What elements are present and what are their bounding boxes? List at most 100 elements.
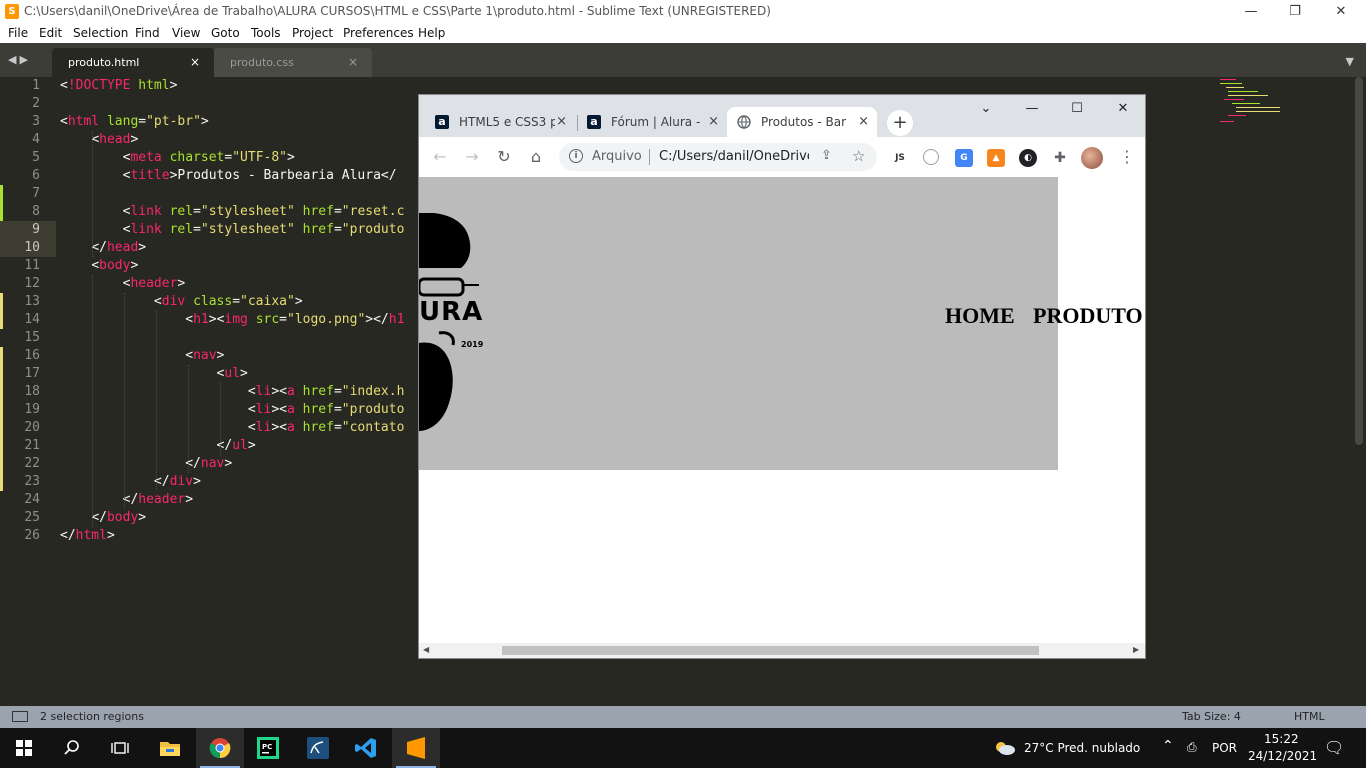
browser-tab-html5[interactable]: a HTML5 e CSS3 p ×	[425, 107, 575, 137]
code-line[interactable]: </nav>	[60, 456, 232, 471]
mysql-workbench-icon[interactable]	[294, 728, 342, 768]
code-line[interactable]: <ul>	[60, 366, 248, 381]
menu-selection[interactable]: Selection	[73, 26, 128, 40]
close-icon[interactable]: ×	[348, 55, 358, 69]
menu-help[interactable]: Help	[418, 26, 445, 40]
close-button[interactable]: ✕	[1318, 0, 1364, 23]
page-viewport[interactable]: URA 2019 HOME PRODUTO	[419, 177, 1145, 643]
pycharm-icon[interactable]: PC	[244, 728, 292, 768]
minimize-button[interactable]: —	[1017, 101, 1047, 121]
close-button[interactable]: ✕	[1108, 101, 1138, 121]
clock-time[interactable]: 15:22	[1264, 732, 1299, 746]
start-icon[interactable]	[0, 728, 48, 768]
share-icon[interactable]: ⇪	[821, 148, 832, 163]
tab-nav-arrows-icon[interactable]: ◀▶	[8, 53, 31, 66]
tab-search-chevron-icon[interactable]: ⌄	[971, 101, 1001, 121]
code-line[interactable]: <head>	[60, 132, 138, 147]
reload-icon[interactable]: ↻	[493, 147, 515, 169]
maximize-button[interactable]: ☐	[1062, 101, 1092, 121]
notification-icon[interactable]: 🗨	[1324, 738, 1344, 757]
code-line[interactable]: <body>	[60, 258, 138, 273]
code-line[interactable]: <nav>	[60, 348, 224, 363]
dark-reader-icon[interactable]: ◐	[1019, 149, 1037, 167]
code-line[interactable]: <header>	[60, 276, 186, 291]
clock-date[interactable]: 24/12/2021	[1248, 749, 1317, 763]
sublime-icon[interactable]	[392, 728, 440, 768]
horizontal-scrollbar[interactable]: ◀ ▶	[419, 643, 1145, 658]
scroll-thumb[interactable]	[502, 646, 1039, 655]
network-icon[interactable]: ⎙	[1187, 740, 1197, 755]
tab-produto-html[interactable]: produto.html ×	[52, 48, 214, 77]
google-translate-icon[interactable]: G	[955, 149, 973, 167]
extension-circle-icon[interactable]	[923, 149, 939, 165]
address-bar[interactable]: i Arquivo C:/Users/danil/OneDrive/Área d…	[559, 143, 877, 171]
browser-tab-produtos[interactable]: Produtos - Barbe ×	[727, 107, 877, 137]
close-icon[interactable]: ×	[708, 114, 719, 129]
panel-toggle-icon[interactable]	[12, 711, 28, 722]
extensions-puzzle-icon[interactable]: ✚	[1051, 149, 1069, 167]
code-line[interactable]: <!DOCTYPE html>	[60, 78, 177, 93]
js-extension-icon[interactable]: JS	[891, 149, 909, 167]
nav-link-produto[interactable]: PRODUTO	[1033, 303, 1143, 329]
code-line[interactable]: <li><a href="produto	[60, 402, 405, 417]
vertical-scrollbar[interactable]	[1355, 77, 1363, 445]
forward-arrow-icon[interactable]: →	[461, 147, 483, 169]
scroll-right-arrow-icon[interactable]: ▶	[1133, 645, 1139, 654]
menu-edit[interactable]: Edit	[39, 26, 62, 40]
code-line[interactable]: <li><a href="index.h	[60, 384, 405, 399]
new-tab-button[interactable]: +	[887, 110, 913, 136]
code-line[interactable]: </body>	[60, 510, 146, 525]
code-line[interactable]: </header>	[60, 492, 193, 507]
code-line[interactable]: </div>	[60, 474, 201, 489]
tab-size-indicator[interactable]: Tab Size: 4	[1182, 710, 1241, 723]
menu-tools[interactable]: Tools	[251, 26, 281, 40]
menu-find[interactable]: Find	[135, 26, 160, 40]
code-line[interactable]: <div class="caixa">	[60, 294, 303, 309]
restore-button[interactable]: ❐	[1272, 0, 1318, 23]
back-arrow-icon[interactable]: ←	[429, 147, 451, 169]
address-url[interactable]: C:/Users/danil/OneDrive/Área de Trabalho…	[659, 149, 809, 164]
menu-project[interactable]: Project	[292, 26, 333, 40]
profile-avatar[interactable]	[1081, 147, 1103, 169]
close-icon[interactable]: ×	[190, 55, 200, 69]
code-line[interactable]: <html lang="pt-br">	[60, 114, 209, 129]
code-line[interactable]: </head>	[60, 240, 146, 255]
vscode-icon[interactable]	[342, 728, 390, 768]
menu-preferences[interactable]: Preferences	[343, 26, 414, 40]
browser-tab-forum[interactable]: a Fórum | Alura - C ×	[577, 107, 727, 137]
close-icon[interactable]: ×	[858, 114, 869, 129]
scroll-left-arrow-icon[interactable]: ◀	[423, 645, 429, 654]
weather-text[interactable]: 27°C Pred. nublado	[1024, 741, 1140, 755]
minimize-button[interactable]: —	[1228, 0, 1274, 23]
close-icon[interactable]: ×	[556, 114, 567, 129]
code-line[interactable]: </html>	[60, 528, 115, 543]
chrome-icon[interactable]	[196, 728, 244, 768]
chevron-up-icon[interactable]: ⌃	[1162, 738, 1174, 754]
menu-goto[interactable]: Goto	[211, 26, 240, 40]
weather-cloud-icon[interactable]	[990, 728, 1020, 768]
code-line[interactable]: <link rel="stylesheet" href="reset.c	[60, 204, 405, 219]
code-line[interactable]: <title>Produtos - Barbearia Alura</	[60, 168, 397, 183]
more-menu-icon[interactable]: ⋮	[1119, 147, 1135, 166]
search-icon[interactable]	[48, 728, 96, 768]
home-icon[interactable]: ⌂	[525, 147, 547, 169]
nav-link-home[interactable]: HOME	[945, 303, 1015, 329]
tab-list-dropdown-icon[interactable]: ▼	[1346, 55, 1354, 68]
code-line[interactable]: <li><a href="contato	[60, 420, 405, 435]
bookmark-star-icon[interactable]: ☆	[852, 147, 865, 165]
menu-view[interactable]: View	[172, 26, 200, 40]
minimap[interactable]	[1218, 77, 1288, 127]
code-line[interactable]: <meta charset="UTF-8">	[60, 150, 295, 165]
code-line[interactable]: <h1><img src="logo.png"></h1	[60, 312, 404, 327]
tab-produto-css[interactable]: produto.css ×	[214, 48, 372, 77]
task-view-icon[interactable]	[96, 728, 144, 768]
selection-status: 2 selection regions	[40, 710, 144, 723]
menu-file[interactable]: File	[8, 26, 28, 40]
language-indicator[interactable]: POR	[1212, 741, 1237, 755]
info-icon[interactable]: i	[569, 149, 583, 163]
file-explorer-icon[interactable]	[146, 728, 194, 768]
code-line[interactable]: <link rel="stylesheet" href="produto	[60, 222, 405, 237]
syntax-indicator[interactable]: HTML	[1294, 710, 1325, 723]
metamask-fox-icon[interactable]: ▲	[987, 149, 1005, 167]
code-line[interactable]: </ul>	[60, 438, 256, 453]
